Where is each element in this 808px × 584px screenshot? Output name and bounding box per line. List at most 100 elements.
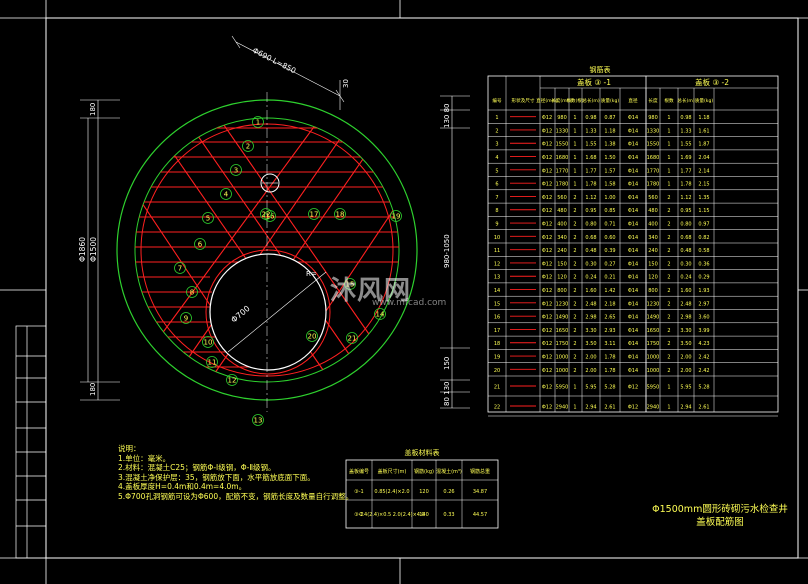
rebar-cell: 2: [667, 354, 670, 360]
rebar-cell: 1000: [556, 354, 569, 360]
rebar-cell: 7: [495, 195, 498, 201]
bar-label-number: 19: [392, 213, 401, 221]
rebar-cell: 340: [557, 235, 567, 241]
rebar-cell: 5.95: [585, 384, 596, 390]
rebar-cell: 1680: [556, 155, 569, 161]
material-table: 盖板材料表盖板编号 盖板尺寸(m) 钢筋(kg) 混凝土(m³) 钢筋总重③-1 0.85…: [345, 448, 499, 529]
rebar-cell: 20: [494, 368, 500, 374]
bar-label-number: 12: [228, 377, 237, 385]
rebar-cell: 120: [648, 275, 658, 281]
rebar-cell: 0.48: [585, 248, 596, 254]
dim-right-top: 130 80: [443, 104, 451, 129]
rebar-cell: 0.58: [698, 248, 709, 254]
rebar-cell: Φ12: [542, 155, 552, 161]
rebar-cell: 2: [573, 248, 576, 254]
rebar-cell: 19: [494, 354, 500, 360]
notes-line: 3.混凝土净保护层：35，钢筋放下面，水平筋放底面下面。: [118, 472, 315, 482]
rebar-cell: 2.97: [698, 301, 709, 307]
rebar-cell: 2940: [647, 404, 660, 410]
notes-line: 1.单位：毫米。: [118, 453, 171, 463]
rebar-cell: 2.61: [698, 404, 709, 410]
rebar-cell: Φ12: [542, 182, 552, 188]
rebar-cell: 1000: [647, 368, 660, 374]
rebar-cell: Φ12: [542, 301, 552, 307]
rebar-cell: 1.50: [604, 155, 615, 161]
rebar-cell: Φ14: [628, 155, 638, 161]
rebar-cell: 1: [573, 168, 576, 174]
rebar-header: 根数(根): [566, 97, 584, 104]
rebar-header: 直径: [628, 97, 638, 104]
rebar-cell: 1.12: [585, 195, 596, 201]
rebar-cell: 14: [494, 288, 500, 294]
rebar-cell: 1.68: [585, 155, 596, 161]
rebar-cell: Φ14: [628, 235, 638, 241]
rebar-cell: 2: [667, 221, 670, 227]
rebar-cell: 1.78: [604, 368, 615, 374]
rebar-cell: 1.38: [604, 142, 615, 148]
rebar-cell: 2: [573, 301, 576, 307]
rebar-cell: Φ12: [542, 315, 552, 321]
rebar-cell: 1750: [647, 341, 660, 347]
rebar-cell: 2: [667, 275, 670, 281]
bar-label-number: 3: [234, 167, 238, 175]
rebar-table: 钢筋表盖板 ③ -1 盖板 ③ -2编号 形状及尺寸 直径(mm)长度(mm)根数(根…: [487, 65, 779, 417]
rebar-cell: Φ12: [628, 404, 638, 410]
rebar-cell: 2.04: [698, 155, 709, 161]
rebar-cell: 1.15: [698, 208, 709, 214]
rebar-cell: 1: [667, 168, 670, 174]
rebar-header: 根数: [664, 97, 674, 104]
rebar-cell: 0.98: [680, 115, 691, 121]
rebar-cell: 2: [667, 328, 670, 334]
rebar-cell: 1: [667, 142, 670, 148]
rebar-cell: 480: [648, 208, 658, 214]
rebar-cell: 21: [494, 384, 500, 390]
rebar-cell: 240: [557, 248, 567, 254]
rebar-cell: 1.35: [698, 195, 709, 201]
rebar-cell: 1.55: [585, 142, 596, 148]
radius-label: R=: [306, 270, 317, 278]
bar-label-number: 20: [308, 333, 317, 341]
rebar-cell: 1: [667, 182, 670, 188]
material-header: 钢筋(kg): [414, 468, 434, 475]
rebar-cell: 1230: [556, 301, 569, 307]
material-cell: 0.4(2.4)×0.5 2.0(2.4)×4.0: [359, 512, 424, 518]
rebar-cell: Φ12: [542, 248, 552, 254]
rebar-cell: 0.80: [680, 221, 691, 227]
rebar-cell: 2: [573, 195, 576, 201]
rebar-cell: 1550: [647, 142, 660, 148]
rebar-cell: Φ14: [628, 301, 638, 307]
dim-180-bottom: 180: [89, 383, 97, 396]
rebar-cell: Φ12: [542, 115, 552, 121]
rebar-cell: 1.18: [604, 128, 615, 134]
rebar-cell: 2: [573, 368, 576, 374]
material-cell: ③-1: [354, 489, 363, 495]
rebar-cell: 340: [648, 235, 658, 241]
rebar-cell: 1.00: [604, 195, 615, 201]
rebar-cell: 1750: [556, 341, 569, 347]
rebar-cell: Φ14: [628, 168, 638, 174]
dim-1500: Φ1500: [89, 237, 98, 262]
rebar-cell: 2: [667, 248, 670, 254]
rebar-cell: Φ12: [542, 384, 552, 390]
rebar-cell: Φ12: [542, 354, 552, 360]
dim-right-bottom: 80 130: [443, 382, 451, 407]
material-header: 盖板尺寸(m): [378, 468, 407, 475]
rebar-cell: 1230: [647, 301, 660, 307]
rebar-cell: Φ12: [542, 275, 552, 281]
rebar-cell: 1.12: [680, 195, 691, 201]
rebar-cell: 800: [648, 288, 658, 294]
rebar-cell: 1: [573, 155, 576, 161]
rebar-cell: Φ12: [542, 128, 552, 134]
rebar-cell: 2.00: [680, 354, 691, 360]
rebar-cell: 1000: [647, 354, 660, 360]
bar-label-number: 6: [198, 241, 203, 249]
rebar-cell: 1.78: [680, 182, 691, 188]
rebar-cell: 2.00: [680, 368, 691, 374]
rebar-cell: Φ14: [628, 195, 638, 201]
rebar-cell: 0.36: [698, 261, 709, 267]
rebar-cell: 1.78: [604, 354, 615, 360]
rebar-cell: 0.30: [585, 261, 596, 267]
rebar-cell: 1: [573, 128, 576, 134]
rebar-cell: 1330: [556, 128, 569, 134]
rebar-cell: 400: [648, 221, 658, 227]
